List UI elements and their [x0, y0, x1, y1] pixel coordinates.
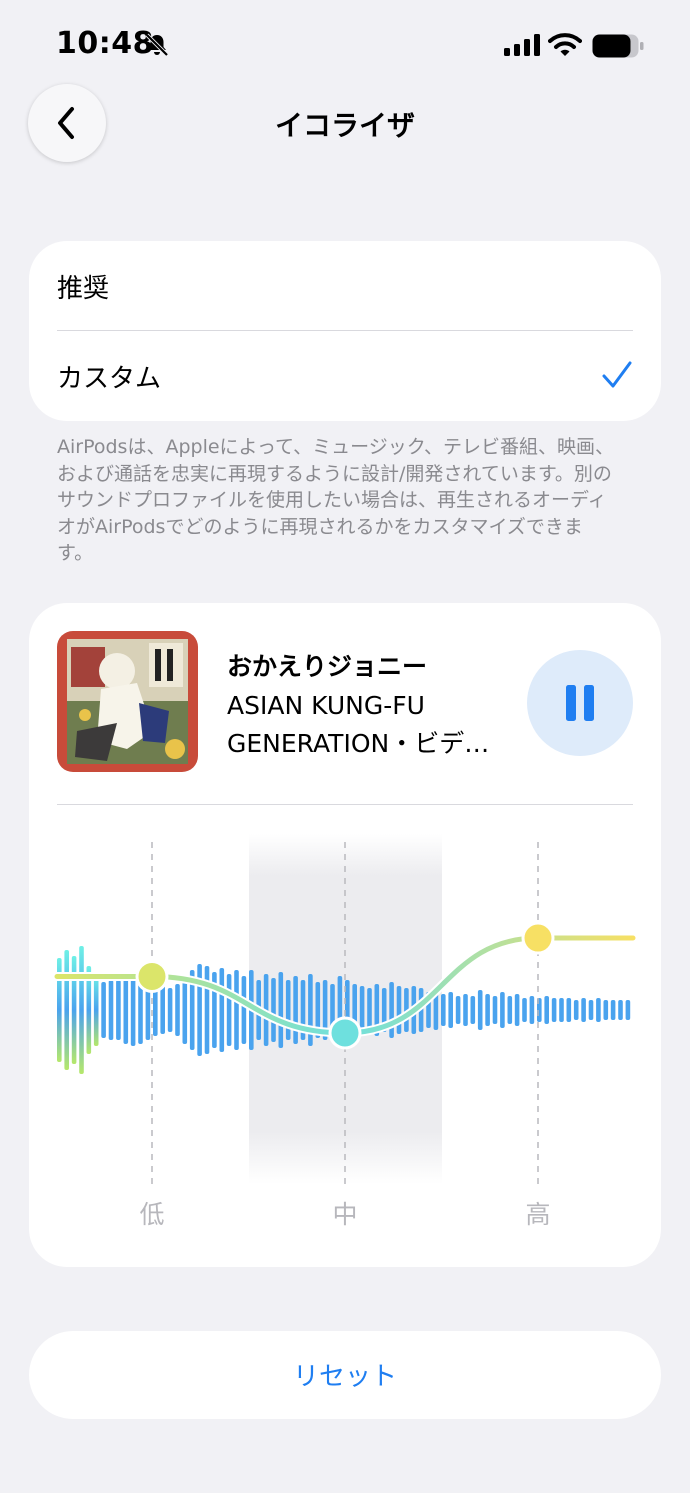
song-artist: ASIAN KUNG-FU GENERATION・ビデ…: [227, 691, 490, 758]
status-bar: 10:48: [0, 0, 690, 90]
spectrum-bar: [507, 996, 513, 1024]
spectrum-bar: [463, 994, 468, 1026]
spectrum-bar: [130, 974, 136, 1046]
spectrum-bar: [492, 996, 498, 1024]
spectrum-bar: [559, 998, 564, 1022]
page-title: イコライザ: [274, 109, 415, 142]
spectrum-bar: [566, 998, 572, 1022]
cellular-signal-icon: [504, 34, 540, 56]
spectrum-bar: [441, 994, 446, 1026]
spectrum-bar: [204, 966, 210, 1054]
spectrum-bar: [529, 996, 535, 1024]
spectrum-bar: [603, 1000, 609, 1020]
eq-handle-low[interactable]: [135, 959, 169, 993]
song-title: おかえりジョニー: [227, 652, 428, 681]
spectrum-bar: [278, 972, 284, 1048]
pause-icon: [566, 685, 594, 721]
spectrum-bar: [160, 986, 165, 1034]
wifi-icon: [548, 33, 582, 56]
equalizer-preset-list: 推奨 カスタム: [29, 241, 661, 421]
spectrum-bar: [182, 976, 188, 1044]
preset-option-label: カスタム: [57, 363, 162, 394]
now-playing-card: おかえりジョニー ASIAN KUNG-FU GENERATION・ビデ… 低 …: [29, 603, 661, 1267]
spectrum-bar: [448, 992, 453, 1028]
spectrum-bar: [293, 976, 298, 1044]
spectrum-bar: [588, 1000, 594, 1020]
status-time: 10:48: [56, 26, 154, 61]
spectrum-bar: [514, 994, 520, 1026]
spectrum-bar: [618, 1000, 623, 1020]
preset-option-recommended[interactable]: 推奨: [57, 241, 633, 331]
spectrum-bar: [241, 976, 247, 1044]
spectrum-bar: [219, 968, 225, 1052]
spectrum-bar: [455, 996, 461, 1024]
preset-option-custom[interactable]: カスタム: [57, 331, 633, 421]
spectrum-bar: [123, 976, 129, 1044]
spectrum-bar: [116, 980, 121, 1040]
spectrum-bar: [470, 996, 476, 1024]
spectrum-bar: [234, 970, 239, 1050]
spectrum-bar: [308, 974, 313, 1046]
spectrum-bar: [596, 998, 601, 1022]
spectrum-bar: [581, 998, 586, 1022]
spectrum-bar: [396, 986, 402, 1034]
spectrum-bar: [101, 982, 106, 1038]
spectrum-bar: [573, 1000, 579, 1020]
spectrum-bar: [167, 988, 173, 1032]
spectrum-bar: [108, 980, 114, 1040]
spectrum-bar: [544, 996, 549, 1024]
spectrum-bar: [389, 982, 394, 1038]
spectrum-bar: [610, 1000, 616, 1020]
preset-option-label: 推奨: [57, 273, 110, 304]
reset-button[interactable]: リセット: [29, 1331, 661, 1419]
spectrum-bar: [226, 974, 232, 1046]
equalizer-graph[interactable]: 低 中 高: [29, 804, 661, 1267]
spectrum-bar: [522, 998, 527, 1022]
band-label-high: 高: [525, 1200, 551, 1229]
spectrum-bar: [500, 992, 505, 1028]
spectrum-bar: [485, 994, 490, 1026]
reset-label: リセット: [292, 1362, 397, 1392]
spectrum-bar: [271, 978, 276, 1042]
spectrum-bar: [477, 990, 483, 1030]
bell-slash-icon: [145, 33, 169, 57]
pause-button[interactable]: [527, 650, 633, 756]
spectrum-bar: [359, 986, 365, 1034]
band-label-low: 低: [139, 1200, 165, 1229]
checkmark-icon: [602, 361, 632, 388]
spectrum-bar: [175, 984, 180, 1036]
band-label-mid: 中: [332, 1200, 358, 1229]
spectrum-bar: [64, 950, 69, 1070]
album-artwork: [57, 631, 198, 772]
eq-handle-high[interactable]: [521, 921, 555, 955]
spectrum-bar: [93, 974, 99, 1046]
battery-icon: [592, 34, 644, 58]
eq-handle-mid[interactable]: [328, 1016, 362, 1050]
spectrum-bar: [551, 998, 557, 1022]
spectrum-bar: [285, 980, 291, 1040]
spectrum-bar: [625, 1000, 631, 1020]
spectrum-bar: [79, 946, 84, 1074]
description-text: AirPodsは、Appleによって、ミュージック、テレビ番組、映画、および通話…: [57, 436, 614, 564]
spectrum-bar: [367, 988, 372, 1032]
